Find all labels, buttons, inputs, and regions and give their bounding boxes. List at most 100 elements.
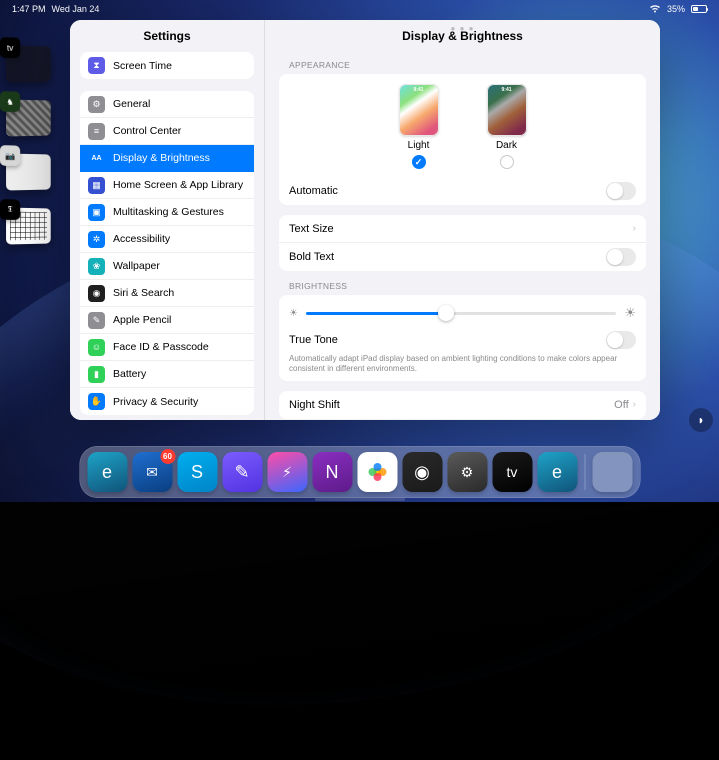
dock-app-outlook[interactable]: ✉︎60 [132, 452, 172, 492]
dock-app-messenger[interactable]: ⚡︎ [267, 452, 307, 492]
sidebar-item-label: Screen Time [113, 60, 172, 72]
brightness-slider-row: ☀︎ ☀︎ [279, 295, 646, 331]
quick-note-corner[interactable]: ◗ [689, 408, 713, 432]
bold-text-label: Bold Text [289, 251, 334, 263]
stage-thumbnail[interactable]: ♞ [6, 99, 51, 136]
dock-app-edge[interactable]: e [87, 452, 127, 492]
brightness-panel: ☀︎ ☀︎ True Tone Automatically adapt iPad… [279, 295, 646, 381]
true-tone-switch[interactable] [606, 331, 636, 349]
chevron-right-icon: › [633, 223, 636, 234]
faceid-icon: ☺︎ [88, 339, 105, 356]
stage-thumbnail[interactable]: 𝕿 [6, 207, 51, 244]
true-tone-label: True Tone [289, 334, 338, 346]
automatic-row: Automatic [279, 177, 646, 205]
accessibility-icon: ✲ [88, 231, 105, 248]
camera-icon: 📷 [0, 145, 20, 166]
dock-app-onenote[interactable]: N [312, 452, 352, 492]
chevron-right-icon: › [633, 399, 636, 410]
stage-thumbnail[interactable]: tv [6, 45, 51, 82]
chess-icon: ♞ [0, 91, 20, 112]
dock-app-skype[interactable]: S [177, 452, 217, 492]
text-size-label: Text Size [289, 223, 334, 235]
settings-sidebar: Settings ⧗Screen Time⚙︎General≡Control C… [70, 20, 265, 420]
sidebar-item-display-brightness[interactable]: AA Display & Brightness [80, 145, 254, 172]
automatic-label: Automatic [289, 185, 338, 197]
radio-dark[interactable] [500, 155, 514, 169]
sidebar-item-wallpaper[interactable]: ❀ Wallpaper [80, 253, 254, 280]
light-label: Light [408, 140, 430, 151]
sidebar-item-battery[interactable]: ▮ Battery [80, 361, 254, 388]
dock-recents-folder[interactable] [592, 452, 632, 492]
sidebar-item-label: Home Screen & App Library [113, 179, 243, 191]
sidebar-item-general[interactable]: ⚙︎General [80, 91, 254, 118]
dock-app-appletv[interactable]: tv [492, 452, 532, 492]
battery-icon: ▮ [88, 366, 105, 383]
sun-max-icon: ☀︎ [624, 305, 636, 321]
status-date: Wed Jan 24 [52, 4, 100, 14]
radio-light[interactable] [412, 155, 426, 169]
siri-icon: ◉ [88, 285, 105, 302]
nyt-icon: 𝕿 [0, 199, 20, 220]
settings-window: Settings ⧗Screen Time⚙︎General≡Control C… [70, 20, 660, 420]
true-tone-row: True Tone Automatically adapt iPad displ… [279, 331, 646, 381]
sidebar-item-multitasking-gestures[interactable]: ▣ Multitasking & Gestures [80, 199, 254, 226]
sidebar-item-screen-time[interactable]: ⧗ Screen Time [80, 52, 254, 79]
sidebar-item-label: Control Center [113, 125, 181, 137]
appletv-icon: tv [0, 37, 20, 58]
appearance-option-light[interactable]: 9:41 Light [399, 84, 439, 169]
night-shift-row[interactable]: Night Shift Off › [279, 391, 646, 419]
sidebar-item-label: Accessibility [113, 233, 170, 245]
pencil-icon: ✎ [88, 312, 105, 329]
sidebar-item-face-id-passcode[interactable]: ☺︎ Face ID & Passcode [80, 334, 254, 361]
true-tone-description: Automatically adapt iPad display based o… [289, 349, 636, 375]
sidebar-item-control-center[interactable]: ≡ Control Center [80, 118, 254, 145]
rectangles-icon: ▣ [88, 204, 105, 221]
sidebar-item-privacy-security[interactable]: ✋Privacy & Security [80, 388, 254, 415]
switches-icon: ≡ [88, 123, 105, 140]
status-bar: 1:47 PM Wed Jan 24 35% [0, 2, 719, 16]
badge: 60 [160, 449, 175, 464]
hourglass-icon: ⧗ [88, 57, 105, 74]
section-label-appearance: APPEARANCE [289, 60, 646, 70]
sidebar-item-label: Privacy & Security [113, 396, 198, 408]
window-grabber-icon[interactable]: ● ● ● [451, 24, 475, 33]
dark-preview: 9:41 [487, 84, 527, 136]
text-size-row[interactable]: Text Size › [279, 215, 646, 243]
dock-app-edge2[interactable]: e [537, 452, 577, 492]
automatic-switch[interactable] [606, 182, 636, 200]
home-indicator[interactable] [315, 498, 405, 501]
sidebar-item-label: Multitasking & Gestures [113, 206, 224, 218]
sidebar-item-siri-search[interactable]: ◉ Siri & Search [80, 280, 254, 307]
sidebar-item-home-screen-app-library[interactable]: ▦Home Screen & App Library [80, 172, 254, 199]
slider-knob[interactable] [438, 305, 454, 321]
appearance-option-dark[interactable]: 9:41 Dark [487, 84, 527, 169]
text-size-icon: AA [88, 150, 105, 167]
sidebar-item-label: Siri & Search [113, 287, 174, 299]
stage-thumbnail[interactable]: 📷 [6, 153, 51, 190]
sidebar-item-label: Face ID & Passcode [113, 341, 209, 353]
brightness-slider[interactable] [306, 312, 616, 315]
dark-label: Dark [496, 140, 517, 151]
wallpaper-icon: ❀ [88, 258, 105, 275]
night-shift-value: Off [614, 399, 628, 411]
settings-content: ● ● ● Display & Brightness APPEARANCE 9:… [265, 20, 660, 420]
sidebar-item-apple-pencil[interactable]: ✎ Apple Pencil [80, 307, 254, 334]
night-shift-panel: Night Shift Off › [279, 391, 646, 419]
light-preview: 9:41 [399, 84, 439, 136]
night-shift-label: Night Shift [289, 399, 340, 411]
sidebar-item-accessibility[interactable]: ✲ Accessibility [80, 226, 254, 253]
sidebar-item-label: Battery [113, 368, 146, 380]
dock: e✉︎60S✎⚡︎N◉⚙︎tve [79, 446, 640, 498]
sidebar-item-label: Apple Pencil [113, 314, 171, 326]
text-panel: Text Size › Bold Text [279, 215, 646, 271]
bold-text-row: Bold Text [279, 243, 646, 271]
dock-app-photos[interactable] [357, 452, 397, 492]
sidebar-item-label: Display & Brightness [113, 152, 210, 164]
dock-app-goodnotes[interactable]: ✎ [222, 452, 262, 492]
bold-text-switch[interactable] [606, 248, 636, 266]
dock-app-settings[interactable]: ⚙︎ [447, 452, 487, 492]
sidebar-item-label: Wallpaper [113, 260, 160, 272]
gear-icon: ⚙︎ [88, 96, 105, 113]
section-label-brightness: BRIGHTNESS [289, 281, 646, 291]
dock-app-camera[interactable]: ◉ [402, 452, 442, 492]
